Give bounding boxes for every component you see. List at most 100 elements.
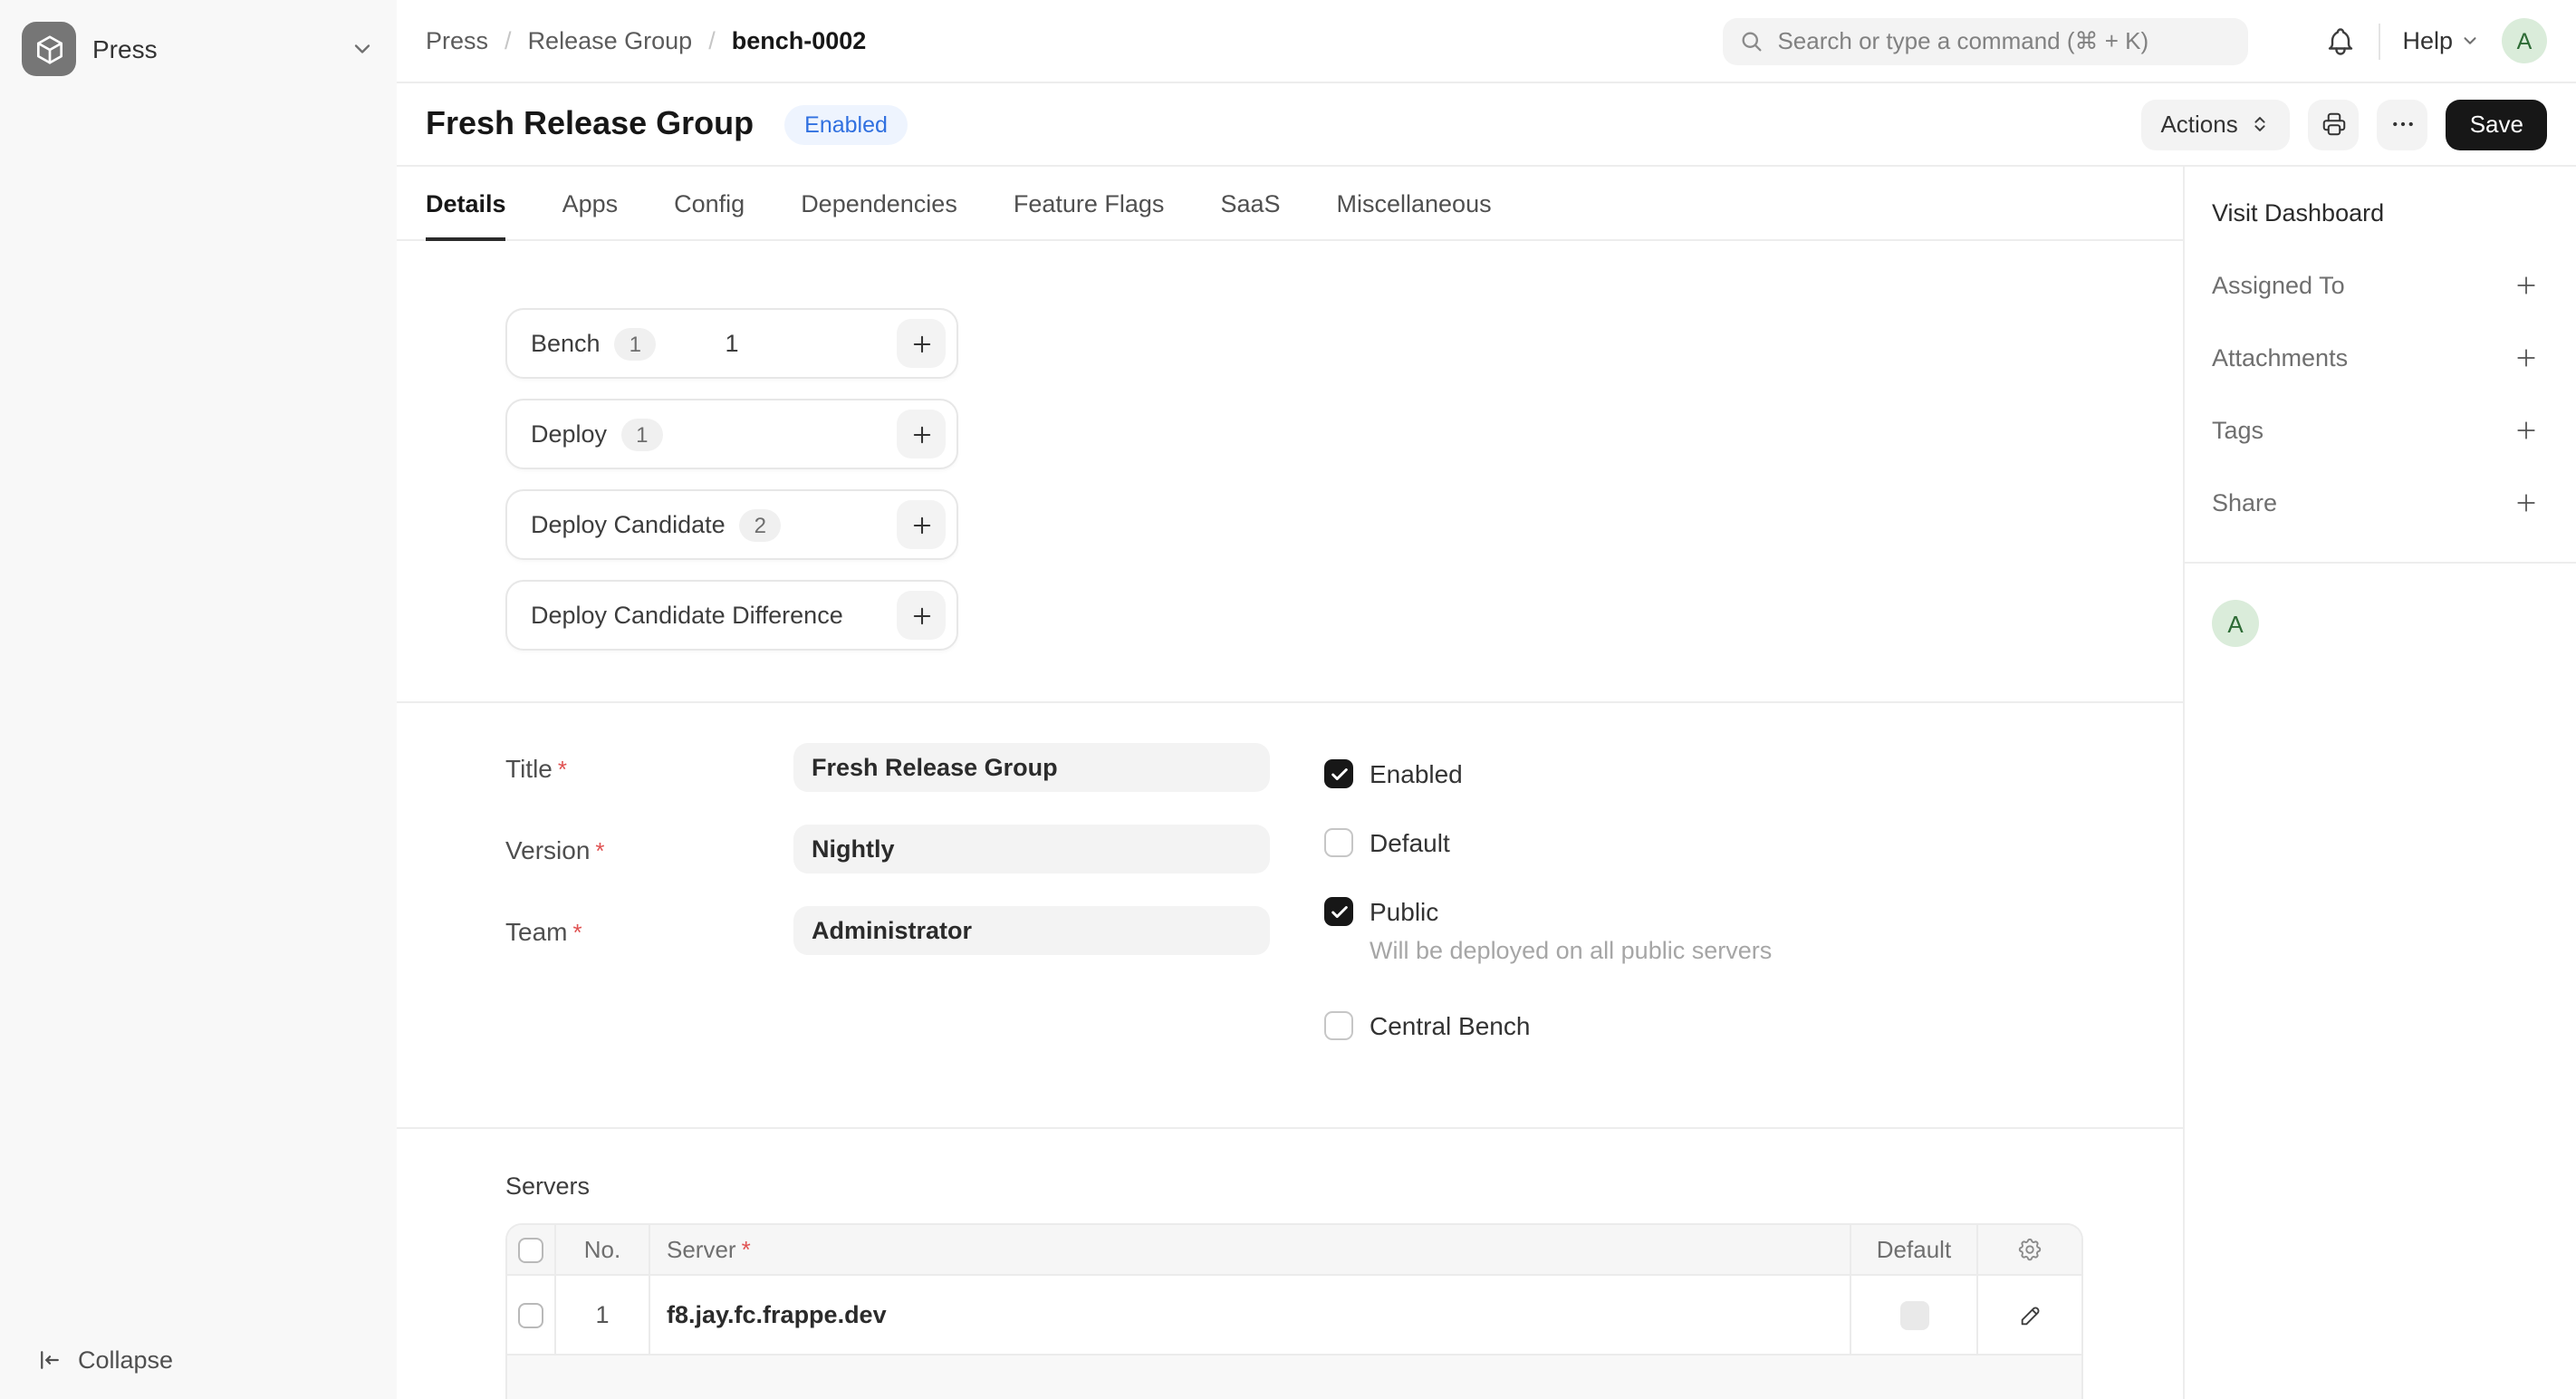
header-divider <box>2379 23 2380 59</box>
plus-icon <box>2513 272 2540 299</box>
deploy-candidate-difference-link-card[interactable]: Deploy Candidate Difference <box>505 580 958 651</box>
team-field[interactable] <box>793 906 1270 955</box>
tab-apps[interactable]: Apps <box>562 167 619 239</box>
breadcrumb-separator: / <box>708 27 716 54</box>
search-icon <box>1739 28 1764 53</box>
actions-dropdown-button[interactable]: Actions <box>2140 99 2290 150</box>
visit-dashboard-link[interactable]: Visit Dashboard <box>2212 199 2540 227</box>
save-button[interactable]: Save <box>2446 99 2547 150</box>
deploy-candidate-link-card[interactable]: Deploy Candidate 2 <box>505 489 958 560</box>
selector-chevrons-icon <box>2251 114 2271 134</box>
required-mark: * <box>742 1236 751 1263</box>
details-form-section: Title* Version* Team* <box>397 703 2183 1129</box>
add-attachment-button[interactable] <box>2513 344 2540 371</box>
servers-table-footer <box>507 1356 2081 1399</box>
user-avatar[interactable]: A <box>2502 18 2547 63</box>
central-bench-checkbox[interactable] <box>1324 1011 1353 1040</box>
default-checkbox[interactable] <box>1324 828 1353 857</box>
column-header-no: No. <box>556 1225 650 1274</box>
tab-miscellaneous[interactable]: Miscellaneous <box>1337 167 1492 239</box>
add-assignment-button[interactable] <box>2513 272 2540 299</box>
actions-label: Actions <box>2160 111 2237 138</box>
plus-icon <box>908 512 934 537</box>
link-label: Bench <box>531 330 601 357</box>
servers-table: No. Server* Default <box>505 1223 2083 1399</box>
chevron-down-icon <box>350 36 375 62</box>
help-menu[interactable]: Help <box>2402 27 2480 54</box>
collapse-label: Collapse <box>78 1346 173 1374</box>
left-sidebar: Press Collapse <box>0 0 397 1399</box>
count-badge: 2 <box>740 508 781 541</box>
table-settings-gear-icon[interactable] <box>2016 1236 2043 1263</box>
servers-section-label: Servers <box>505 1172 2183 1200</box>
sidebar-collapse-button[interactable]: Collapse <box>14 1339 382 1381</box>
tab-details[interactable]: Details <box>426 167 506 239</box>
default-checkbox-row[interactable]: Default <box>1324 828 1772 857</box>
print-button[interactable] <box>2309 99 2360 150</box>
panel-divider <box>2185 562 2576 564</box>
row-select-checkbox[interactable] <box>518 1302 543 1327</box>
breadcrumb-item-press[interactable]: Press <box>426 27 488 54</box>
default-cell-checkbox[interactable] <box>1899 1300 1928 1329</box>
global-search[interactable] <box>1723 17 2248 64</box>
count-badge: 1 <box>615 327 656 360</box>
viewer-avatar[interactable]: A <box>2212 600 2259 647</box>
required-mark: * <box>572 918 582 945</box>
tab-saas[interactable]: SaaS <box>1220 167 1280 239</box>
edit-row-pencil-icon[interactable] <box>2017 1302 2043 1327</box>
main-column: Press / Release Group / bench-0002 <box>397 0 2576 1399</box>
share-row: Share <box>2212 489 2540 516</box>
breadcrumb-separator: / <box>505 27 512 54</box>
enabled-label: Enabled <box>1370 759 1463 788</box>
central-bench-checkbox-row[interactable]: Central Bench <box>1324 1011 1772 1040</box>
title-field[interactable] <box>793 743 1270 792</box>
share-add-button[interactable] <box>2513 489 2540 516</box>
server-table-row[interactable]: 1 f8.jay.fc.frappe.dev <box>507 1276 2081 1356</box>
assigned-to-label: Assigned To <box>2212 272 2345 299</box>
public-checkbox[interactable] <box>1324 897 1353 926</box>
document-side-panel: Visit Dashboard Assigned To Attachments … <box>2183 167 2576 1399</box>
ellipsis-icon <box>2389 111 2417 138</box>
plus-icon <box>2513 417 2540 444</box>
breadcrumb-item-current: bench-0002 <box>732 27 867 54</box>
deploy-candidate-difference-add-button[interactable] <box>897 591 946 640</box>
plus-icon <box>908 421 934 447</box>
add-tag-button[interactable] <box>2513 417 2540 444</box>
tab-bar: Details Apps Config Dependencies Feature… <box>397 167 2183 241</box>
app-window: Press Collapse Press / Release Group / b… <box>0 0 2576 1399</box>
deploy-candidate-add-button[interactable] <box>897 500 946 549</box>
public-label: Public <box>1370 897 1438 926</box>
title-field-label: Title* <box>505 753 793 782</box>
connections-section: Bench 1 1 Deploy 1 <box>397 241 2183 703</box>
more-options-button[interactable] <box>2378 99 2428 150</box>
tab-config[interactable]: Config <box>674 167 745 239</box>
bench-link-card[interactable]: Bench 1 1 <box>505 308 958 379</box>
public-help-text: Will be deployed on all public servers <box>1370 937 1772 964</box>
tab-feature-flags[interactable]: Feature Flags <box>1014 167 1165 239</box>
page-title: Fresh Release Group <box>426 105 754 143</box>
workspace-name: Press <box>92 34 333 63</box>
version-field[interactable] <box>793 825 1270 873</box>
public-checkbox-row[interactable]: Public <box>1324 897 1772 926</box>
deploy-link-card[interactable]: Deploy 1 <box>505 399 958 469</box>
tab-dependencies[interactable]: Dependencies <box>801 167 957 239</box>
workspace-switcher[interactable]: Press <box>14 16 382 82</box>
search-input[interactable] <box>1777 27 2232 54</box>
bench-add-button[interactable] <box>897 319 946 368</box>
enabled-checkbox[interactable] <box>1324 759 1353 788</box>
plus-icon <box>2513 344 2540 371</box>
enabled-checkbox-row[interactable]: Enabled <box>1324 759 1772 788</box>
server-name-cell[interactable]: f8.jay.fc.frappe.dev <box>667 1301 887 1328</box>
count-badge: 1 <box>621 418 662 450</box>
deploy-add-button[interactable] <box>897 410 946 458</box>
notifications-bell-icon[interactable] <box>2324 24 2357 57</box>
document-content: Details Apps Config Dependencies Feature… <box>397 167 2183 1399</box>
tags-row: Tags <box>2212 417 2540 444</box>
link-label: Deploy Candidate Difference <box>531 602 843 629</box>
column-header-server: Server* <box>650 1225 1851 1274</box>
breadcrumb-item-release-group[interactable]: Release Group <box>528 27 693 54</box>
link-extra-value: 1 <box>725 330 738 357</box>
top-bar: Press / Release Group / bench-0002 <box>397 0 2576 83</box>
title-bar: Fresh Release Group Enabled Actions <box>397 83 2576 167</box>
select-all-checkbox[interactable] <box>518 1237 543 1262</box>
